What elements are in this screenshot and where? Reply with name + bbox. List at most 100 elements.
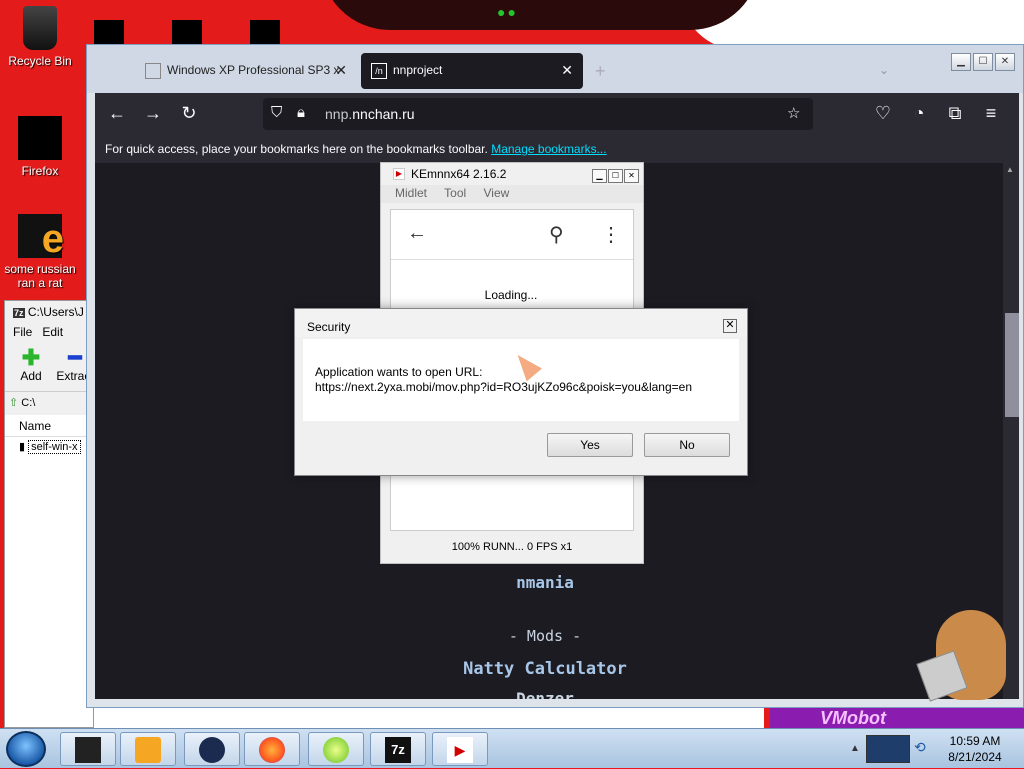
taskbar-item-firefox[interactable]: [244, 732, 300, 766]
tray-expand-icon[interactable]: ▲: [850, 729, 860, 769]
7zip-window[interactable]: 7z C:\Users\J File Edit ✚ Add ━ Extract …: [4, 300, 94, 728]
window-controls: ▁ ☐ ✕: [949, 53, 1015, 71]
taskbar-item-app[interactable]: [184, 732, 240, 766]
desktop-icon-obscured[interactable]: [250, 20, 280, 46]
wallpaper-text: VMobot: [770, 708, 1024, 728]
desktop-icon-recycle-bin[interactable]: Recycle Bin: [0, 6, 80, 68]
globe-icon: [199, 737, 225, 763]
minimize-button[interactable]: ▁: [592, 169, 607, 183]
list-item[interactable]: ▮ self-win-x: [5, 437, 93, 456]
add-label: Add: [20, 369, 42, 383]
plus-icon: ✚: [21, 345, 41, 370]
no-button[interactable]: No: [644, 433, 730, 457]
terminal-icon: [75, 737, 101, 763]
maximize-button[interactable]: ☐: [973, 53, 993, 71]
tab-windows-xp[interactable]: Windows XP Professional SP3 x ✕: [135, 53, 357, 89]
7zip-title-text: C:\Users\J: [27, 305, 84, 319]
7zip-menubar: File Edit: [5, 323, 93, 343]
link-denzer[interactable]: Denzer: [95, 689, 995, 699]
link-natty-calculator[interactable]: Natty Calculator: [95, 659, 995, 679]
emulator-status: 100% RUNN... 0 FPS x1: [451, 541, 573, 553]
emulator-titlebar: ▶ KEmnnx64 2.16.2 ▁ ☐ ✕: [381, 163, 643, 185]
new-tab-icon[interactable]: +: [595, 61, 606, 82]
menu-icon[interactable]: ≡: [979, 103, 1003, 123]
taskbar-item-media[interactable]: [120, 732, 176, 766]
address-value: C:\: [21, 397, 36, 409]
close-button[interactable]: ✕: [995, 53, 1015, 71]
bookmarks-hint: For quick access, place your bookmarks h…: [105, 142, 488, 156]
minimize-button[interactable]: ▁: [951, 53, 971, 71]
maximize-button[interactable]: ☐: [608, 169, 623, 183]
shield-icon[interactable]: ⛉: [271, 104, 282, 121]
close-tab-icon[interactable]: ✕: [561, 62, 573, 79]
firefox-icon: [18, 116, 62, 160]
desktop-icon-obscured[interactable]: [172, 20, 202, 46]
nnproject-site-icon: /n: [371, 63, 387, 79]
tray-network-icon[interactable]: [866, 735, 910, 763]
reload-icon[interactable]: ↻: [177, 103, 201, 123]
scrollbar-thumb[interactable]: [1005, 313, 1019, 417]
system-clock[interactable]: 10:59 AM 8/21/2024: [940, 733, 1010, 765]
7zip-icon: 7z: [13, 308, 25, 318]
tab-label: nnproject: [393, 63, 443, 77]
play-icon: ▶: [447, 737, 473, 763]
7zip-address-bar[interactable]: ⇧ C:\: [5, 391, 93, 415]
tray-status-icon[interactable]: ⟲: [914, 739, 932, 757]
menu-file[interactable]: File: [13, 325, 32, 339]
tab-nnproject[interactable]: /n nnproject ✕: [361, 53, 583, 89]
scroll-up-icon[interactable]: ▲: [1006, 165, 1014, 174]
7zip-toolbar: ✚ Add ━ Extract: [5, 343, 94, 391]
more-vertical-icon[interactable]: ⋮: [601, 222, 621, 247]
7zip-icon: 7z: [385, 737, 411, 763]
lime-icon: [323, 737, 349, 763]
media-player-icon: [135, 737, 161, 763]
extensions-icon[interactable]: ⧉: [943, 103, 967, 123]
taskbar-item-7zip[interactable]: 7z: [370, 732, 426, 766]
rat-file-icon: [18, 214, 64, 262]
search-icon[interactable]: ⚲: [549, 222, 564, 247]
close-tab-icon[interactable]: ✕: [335, 62, 347, 79]
url-prefix: nnp.: [325, 106, 353, 122]
menu-tool[interactable]: Tool: [444, 186, 466, 200]
pocket-icon[interactable]: ♡: [871, 103, 895, 123]
desktop-icon-label: some russian ran a rat: [4, 262, 76, 290]
loading-text: Loading...: [484, 288, 538, 302]
firefox-icon: [259, 737, 285, 763]
start-button[interactable]: [6, 731, 46, 767]
bookmark-star-icon[interactable]: ☆: [787, 104, 800, 122]
dialog-title: Security: [295, 309, 747, 337]
desktop-icon-rat[interactable]: some russian ran a rat: [0, 214, 80, 290]
security-dialog[interactable]: Security ✕ Application wants to open URL…: [294, 308, 748, 476]
desktop-icon-obscured[interactable]: [94, 20, 124, 46]
url-bar[interactable]: ⛉ 🔒︎ nnp.nnchan.ru ☆: [263, 98, 813, 130]
nav-toolbar: ← → ↻ ⛉ 🔒︎ nnp.nnchan.ru ☆ ♡ ◔ ⧉ ≡: [95, 93, 1019, 135]
forward-icon[interactable]: →: [141, 103, 165, 123]
folder-up-icon[interactable]: ⇧: [9, 397, 18, 409]
chevron-down-icon[interactable]: ⌄: [879, 63, 889, 77]
taskbar: 7z ▶ ▲ ⟲ 10:59 AM 8/21/2024: [0, 728, 1024, 768]
emulator-title: KEmnnx64 2.16.2: [411, 167, 507, 181]
app-bar: ← ⚲ ⋮: [391, 210, 633, 260]
arrow-left-icon[interactable]: ←: [407, 222, 427, 245]
add-button[interactable]: ✚ Add: [11, 345, 51, 384]
taskbar-item-terminal[interactable]: [60, 732, 116, 766]
back-icon[interactable]: ←: [105, 103, 129, 123]
clock-time: 10:59 AM: [949, 734, 1001, 748]
wallpaper-dots: ●●: [497, 4, 518, 20]
menu-midlet[interactable]: Midlet: [395, 186, 427, 200]
manage-bookmarks-link[interactable]: Manage bookmarks...: [491, 142, 606, 156]
column-header-name[interactable]: Name: [5, 415, 93, 437]
close-button[interactable]: ✕: [624, 169, 639, 183]
taskbar-item-emulator[interactable]: ▶: [432, 732, 488, 766]
desktop-icon-firefox[interactable]: Firefox: [0, 116, 80, 178]
menu-edit[interactable]: Edit: [42, 325, 63, 339]
lock-icon[interactable]: 🔒︎: [297, 104, 305, 121]
link-nmania[interactable]: nmania: [95, 573, 995, 592]
dialog-url: https://next.2yxa.mobi/mov.php?id=RO3ujK…: [315, 380, 693, 394]
menu-view[interactable]: View: [484, 186, 510, 200]
yes-button[interactable]: Yes: [547, 433, 633, 457]
account-icon[interactable]: ◔: [907, 103, 931, 123]
taskbar-item-lime[interactable]: [308, 732, 364, 766]
close-icon[interactable]: ✕: [723, 319, 737, 333]
clock-date: 8/21/2024: [948, 750, 1002, 764]
